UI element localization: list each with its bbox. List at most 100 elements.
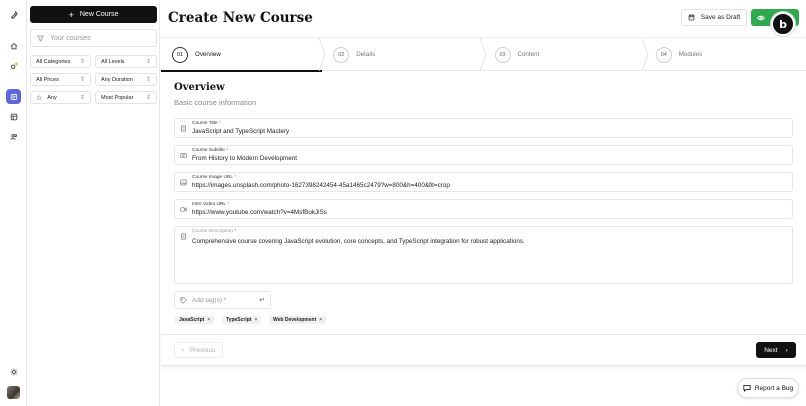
close-icon[interactable]: × xyxy=(319,317,322,323)
chevron-updown-icon: ⇕ xyxy=(79,95,85,101)
next-label: Next xyxy=(764,346,778,354)
sort-select[interactable]: Most Popular ⇕ xyxy=(95,91,157,104)
course-description-field[interactable]: Course Description * Comprehensive cours… xyxy=(174,226,793,284)
sort-select-value: Most Popular xyxy=(101,94,134,101)
course-image-url-value: https://images.unsplash.com/photo-162739… xyxy=(192,182,450,189)
rating-select[interactable]: ☆ Any ⇕ xyxy=(30,91,91,104)
tag-input-placeholder: Add tag(s) * xyxy=(192,296,227,304)
step-number: 03 xyxy=(494,46,511,63)
courses-icon[interactable] xyxy=(6,89,21,104)
price-select[interactable]: All Prices ⇕ xyxy=(30,73,91,86)
course-subtitle-value: From History to Modern Development xyxy=(192,155,297,162)
account-avatar[interactable]: b xyxy=(771,12,795,36)
intro-video-url-field[interactable]: Intro Video URL * https://www.youtube.co… xyxy=(174,199,793,219)
chevron-right-icon: › xyxy=(785,346,788,354)
library-icon[interactable] xyxy=(6,109,21,124)
step-modules[interactable]: 04 Modules xyxy=(645,38,806,71)
tag-input[interactable]: Add tag(s) * ↵ xyxy=(174,291,271,309)
filter-icon xyxy=(37,35,44,42)
tag-chip-label: JavaScript xyxy=(179,317,205,323)
field-label: Course Title * xyxy=(192,121,221,126)
step-divider-chevron-icon xyxy=(480,38,487,71)
document-icon xyxy=(181,233,186,240)
field-label: Intro Video URL * xyxy=(192,202,230,207)
course-sidebar: + New Course Your courses All Categories… xyxy=(27,0,160,406)
document-icon xyxy=(181,125,186,132)
course-image-url-field[interactable]: Course Image URL * https://images.unspla… xyxy=(174,172,793,192)
category-select[interactable]: All Categories ⇕ xyxy=(30,55,91,68)
chevron-left-icon: ‹ xyxy=(181,346,184,354)
plus-icon: + xyxy=(68,9,74,20)
chevron-updown-icon: ⇕ xyxy=(145,59,151,65)
tag-chip[interactable]: JavaScript × xyxy=(175,316,215,324)
tag-icon xyxy=(180,296,187,304)
tag-chip[interactable]: Web Development × xyxy=(269,316,327,324)
step-divider-chevron-icon xyxy=(642,38,649,71)
sparkle-icon[interactable] xyxy=(6,58,21,73)
form-footer xyxy=(161,334,806,366)
step-number: 02 xyxy=(333,46,350,63)
image-icon xyxy=(180,179,187,186)
step-divider-chevron-icon xyxy=(319,38,326,71)
chevron-updown-icon: ⇕ xyxy=(79,77,85,83)
user-avatar[interactable] xyxy=(7,386,20,399)
price-select-value: All Prices xyxy=(36,76,59,83)
step-label: Details xyxy=(356,51,376,58)
previous-label: Previous xyxy=(189,346,216,354)
chevron-updown-icon: ⇕ xyxy=(145,95,151,101)
video-icon xyxy=(180,207,187,212)
field-label: Course Image URL * xyxy=(192,175,237,180)
report-bug-button[interactable]: Report a Bug xyxy=(737,378,799,398)
course-search-input[interactable]: Your courses xyxy=(30,29,157,47)
sun-icon[interactable] xyxy=(6,364,21,379)
rating-select-value: Any xyxy=(47,94,57,101)
new-course-label: New Course xyxy=(79,11,119,18)
course-description-value: Comprehensive course covering JavaScript… xyxy=(192,238,525,245)
save-draft-button[interactable]: Save as Draft xyxy=(681,9,747,26)
course-title-value: JavaScript and TypeScript Mastery xyxy=(192,128,290,135)
step-overview[interactable]: 01 Overview xyxy=(161,38,323,72)
step-content[interactable]: 03 Content xyxy=(484,38,645,71)
duration-select-value: Any Duration xyxy=(101,76,133,83)
tag-chip-label: Web Development xyxy=(273,317,317,323)
home-icon[interactable] xyxy=(6,38,21,53)
section-title: Overview xyxy=(174,82,225,93)
tag-chip[interactable]: TypeScript × xyxy=(222,316,262,324)
step-label: Content xyxy=(517,51,540,58)
course-subtitle-field[interactable]: Course Subtitle * From History to Modern… xyxy=(174,145,793,165)
course-title-field[interactable]: Course Title * JavaScript and TypeScript… xyxy=(174,118,793,138)
previous-button[interactable]: ‹ Previous xyxy=(174,342,223,358)
step-label: Overview xyxy=(195,51,221,58)
chat-bug-icon xyxy=(743,385,751,392)
eye-icon xyxy=(757,15,765,20)
intro-video-url-value: https://www.youtube.com/watch?v=4MsfBokJ… xyxy=(192,209,327,216)
enter-key-icon: ↵ xyxy=(259,297,265,304)
step-progress: 01 Overview 02 Details 03 Content 04 Mod… xyxy=(161,37,806,72)
new-course-button[interactable]: + New Course xyxy=(30,6,157,23)
level-select-value: All Levels xyxy=(101,58,125,65)
star-icon: ☆ xyxy=(36,94,43,102)
step-label: Modules xyxy=(678,51,703,58)
icon-rail xyxy=(0,0,27,406)
step-details[interactable]: 02 Details xyxy=(322,38,483,71)
next-button[interactable]: Next › xyxy=(756,342,796,358)
pen-tool-icon[interactable] xyxy=(6,7,21,22)
field-label: Course Description * xyxy=(192,229,237,234)
close-icon[interactable]: × xyxy=(207,317,210,323)
search-placeholder: Your courses xyxy=(50,34,91,42)
category-select-value: All Categories xyxy=(36,58,71,65)
tag-chip-label: TypeScript xyxy=(226,317,252,323)
users-icon[interactable] xyxy=(6,129,21,144)
chevron-updown-icon: ⇕ xyxy=(145,77,151,83)
section-subtitle: Basic course information xyxy=(174,98,257,107)
level-select[interactable]: All Levels ⇕ xyxy=(95,55,157,68)
field-label: Course Subtitle * xyxy=(192,148,229,153)
page-title: Create New Course xyxy=(168,10,313,26)
save-icon xyxy=(688,14,695,21)
close-icon[interactable]: × xyxy=(254,317,257,323)
chevron-updown-icon: ⇕ xyxy=(79,59,85,65)
duration-select[interactable]: Any Duration ⇕ xyxy=(95,73,157,86)
text-block-icon xyxy=(180,153,187,158)
save-draft-label: Save as Draft xyxy=(700,14,741,21)
step-number: 01 xyxy=(172,46,188,63)
